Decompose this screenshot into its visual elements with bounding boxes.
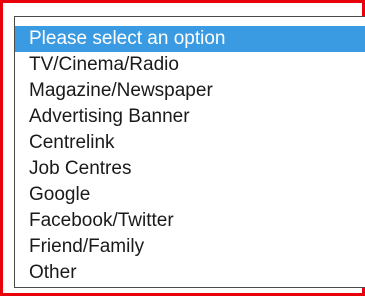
option-magazine-newspaper[interactable]: Magazine/Newspaper (15, 78, 365, 104)
option-friend-family[interactable]: Friend/Family (15, 234, 365, 260)
option-facebook-twitter[interactable]: Facebook/Twitter (15, 208, 365, 234)
option-tv-cinema-radio[interactable]: TV/Cinema/Radio (15, 52, 365, 78)
option-please-select[interactable]: Please select an option (15, 26, 365, 52)
option-centrelink[interactable]: Centrelink (15, 130, 365, 156)
option-google[interactable]: Google (15, 182, 365, 208)
option-job-centres[interactable]: Job Centres (15, 156, 365, 182)
source-select-listbox[interactable]: Please select an option TV/Cinema/Radio … (14, 16, 365, 288)
option-other[interactable]: Other (15, 260, 365, 286)
option-advertising-banner[interactable]: Advertising Banner (15, 104, 365, 130)
